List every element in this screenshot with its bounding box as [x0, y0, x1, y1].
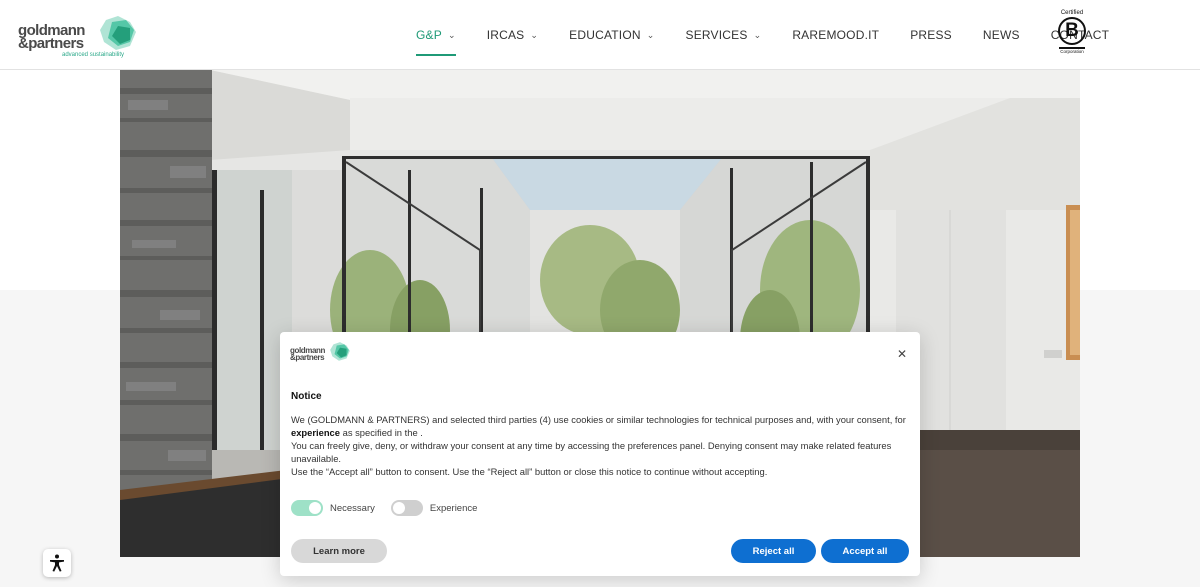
dialog-title: Notice — [291, 391, 322, 402]
nav-item-news[interactable]: NEWS — [983, 20, 1020, 50]
nav-item-press[interactable]: PRESS — [910, 20, 952, 50]
nav-item-ircas[interactable]: IRCAS ⌄ — [487, 20, 538, 50]
nav-item-education[interactable]: EDUCATION ⌄ — [569, 20, 654, 50]
nav-label: NEWS — [982, 28, 1020, 42]
dialog-paragraph-1: We (GOLDMANN & PARTNERS) and selected th… — [291, 413, 906, 439]
cookie-consent-dialog: goldmann &partners ✕ Notice We (GOLDMANN… — [280, 332, 920, 576]
nav-item-raremood[interactable]: RAREMOOD.IT — [792, 20, 879, 50]
dialog-body: We (GOLDMANN & PARTNERS) and selected th… — [291, 413, 906, 478]
dialog-logo-line-2: &partners — [290, 353, 325, 362]
bcorp-certified-text: Certified — [1060, 10, 1084, 16]
necessary-label: Necessary — [330, 502, 375, 514]
body-text: We (GOLDMANN & PARTNERS) and selected th… — [291, 414, 906, 425]
bcorp-corporation-text: Corporation — [1060, 48, 1084, 54]
logo-mark-icon — [100, 16, 136, 50]
consent-toggles: Necessary Experience — [291, 500, 493, 516]
dialog-logo: goldmann &partners — [290, 342, 352, 368]
experience-toggle[interactable] — [390, 500, 423, 516]
site-header: goldmann &partners advanced sustainabili… — [0, 0, 1200, 70]
toggle-knob — [392, 502, 405, 514]
logo-line-2: &partners — [18, 35, 84, 52]
chevron-down-icon: ⌄ — [753, 29, 762, 40]
body-bold-text: experience — [291, 427, 340, 438]
accessibility-icon — [50, 554, 64, 572]
nav-label: G&P — [416, 28, 442, 42]
bcorp-badge[interactable]: Certified B Corporation — [1052, 10, 1092, 60]
chevron-down-icon: ⌄ — [530, 29, 539, 40]
dialog-paragraph-2: You can freely give, deny, or withdraw y… — [291, 440, 892, 464]
toggle-knob — [309, 502, 321, 514]
body-text: as specified in the . — [342, 427, 423, 438]
nav-label: IRCAS — [486, 28, 525, 42]
necessary-toggle[interactable] — [291, 500, 323, 516]
experience-label: Experience — [429, 502, 478, 514]
nav-item-gp[interactable]: G&P ⌄ — [416, 20, 456, 56]
accessibility-button[interactable] — [43, 549, 71, 577]
logo-wordmark: goldmann &partners — [18, 23, 85, 52]
nav-label: EDUCATION — [569, 28, 641, 42]
accept-all-button[interactable]: Accept all — [821, 539, 909, 563]
chevron-down-icon: ⌄ — [646, 29, 655, 40]
dialog-paragraph-3: Use the “Accept all” button to consent. … — [291, 466, 768, 477]
site-logo[interactable]: goldmann &partners advanced sustainabili… — [18, 14, 143, 62]
main-nav: G&P ⌄ IRCAS ⌄ EDUCATION ⌄ SERVICES ⌄ RAREMOO… — [416, 0, 1140, 70]
nav-label: PRESS — [910, 28, 952, 42]
logo-tagline: advanced sustainability — [62, 52, 125, 58]
close-icon[interactable]: ✕ — [897, 347, 907, 361]
chevron-down-icon: ⌄ — [447, 29, 456, 40]
learn-more-button[interactable]: Learn more — [291, 539, 387, 563]
nav-label: RAREMOOD.IT — [792, 28, 880, 42]
bcorp-b-icon: B — [1058, 17, 1086, 45]
nav-item-services[interactable]: SERVICES ⌄ — [685, 20, 761, 50]
logo-mark-icon — [330, 342, 350, 361]
dialog-logo-wordmark: goldmann &partners — [290, 347, 325, 362]
nav-label: SERVICES — [685, 28, 748, 42]
reject-all-button[interactable]: Reject all — [731, 539, 816, 563]
